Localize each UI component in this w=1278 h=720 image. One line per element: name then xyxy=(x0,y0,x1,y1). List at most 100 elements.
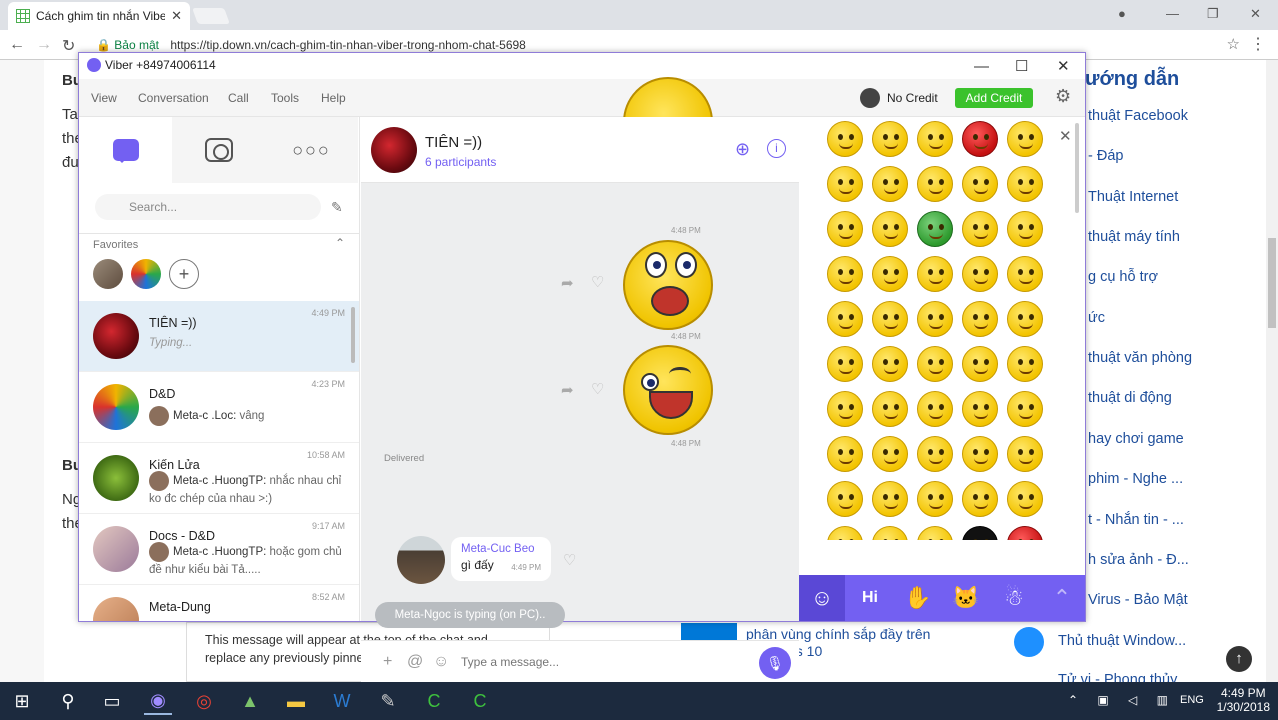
page-scrollbar[interactable] xyxy=(1266,60,1278,682)
emoji-collapse-button[interactable]: ⌃ xyxy=(1039,575,1085,621)
emoji-item[interactable] xyxy=(917,526,953,540)
emoji-item[interactable] xyxy=(962,256,998,292)
message-input[interactable] xyxy=(461,649,751,675)
emoji-item[interactable] xyxy=(962,211,998,247)
chat-row[interactable]: D&D 4:23 PM Meta-c .Loc: vâng xyxy=(79,372,359,443)
chat-row[interactable]: TIÊN =)) 4:49 PM Typing... xyxy=(79,301,359,372)
new-tab-button[interactable] xyxy=(192,8,230,24)
reload-icon[interactable]: ↻ xyxy=(62,36,75,56)
side-link[interactable]: Thuật Internet xyxy=(1088,189,1178,205)
microphone-button[interactable]: 🎙 xyxy=(759,647,791,679)
emoji-item[interactable] xyxy=(917,211,953,247)
viber-minimize-button[interactable]: — xyxy=(974,55,989,79)
language-indicator[interactable]: ENG xyxy=(1180,694,1204,706)
emoji-item[interactable] xyxy=(872,211,908,247)
emoji-tab-hands[interactable]: ✋ xyxy=(895,575,941,621)
side-link[interactable]: h sửa ảnh - Đ... xyxy=(1088,552,1189,568)
emoji-scrollbar[interactable] xyxy=(1075,123,1079,213)
participants-count[interactable]: 6 participants xyxy=(425,155,496,169)
viber-maximize-button[interactable]: ☐ xyxy=(1015,55,1028,79)
minimize-button[interactable]: — xyxy=(1166,6,1179,21)
like-heart-icon[interactable]: ♡ xyxy=(591,273,604,291)
menu-view[interactable]: View xyxy=(91,91,117,105)
emoji-item[interactable] xyxy=(962,121,998,157)
sidebar-scrollbar[interactable] xyxy=(351,307,355,363)
emoji-item[interactable] xyxy=(1007,481,1043,517)
task-view-icon[interactable]: ▭ xyxy=(98,687,126,715)
side-link[interactable]: phim - Nghe ... xyxy=(1088,471,1183,487)
emoji-item[interactable] xyxy=(872,166,908,202)
emoji-item[interactable] xyxy=(962,301,998,337)
emoji-item[interactable] xyxy=(962,436,998,472)
tab-public-accounts[interactable] xyxy=(172,117,265,183)
emoji-item[interactable] xyxy=(962,526,998,540)
side-link[interactable]: t - Nhắn tin - ... xyxy=(1088,512,1184,528)
file-explorer-icon[interactable]: ▬ xyxy=(282,687,310,715)
compose-icon[interactable]: ✎ xyxy=(331,199,343,216)
emoji-tab-hi[interactable]: Hi xyxy=(847,575,893,621)
chevron-up-icon[interactable]: ⌃ xyxy=(335,236,345,250)
emoji-item[interactable] xyxy=(917,301,953,337)
bookmark-star-icon[interactable]: ☆ xyxy=(1227,35,1240,53)
emoji-item[interactable] xyxy=(827,211,863,247)
emoji-item[interactable] xyxy=(1007,301,1043,337)
emoji-item[interactable] xyxy=(872,481,908,517)
add-participant-icon[interactable]: ⊕ xyxy=(735,139,750,160)
word-icon[interactable]: W xyxy=(328,687,356,715)
browser-menu-icon[interactable]: ⋮ xyxy=(1250,34,1266,54)
app-taskbar-icon[interactable]: ✎ xyxy=(374,687,402,715)
emoji-item[interactable] xyxy=(917,346,953,382)
chat-row[interactable]: Docs - D&D 9:17 AM Meta-c .HuongTP: hoặc… xyxy=(79,514,359,585)
tab-chats[interactable] xyxy=(79,117,172,183)
menu-tools[interactable]: Tools xyxy=(271,91,299,105)
conversation-avatar[interactable] xyxy=(371,127,417,173)
add-credit-button[interactable]: Add Credit xyxy=(955,88,1033,108)
emoji-item[interactable] xyxy=(962,481,998,517)
emoji-item[interactable] xyxy=(1007,121,1043,157)
side-link[interactable]: ức xyxy=(1088,310,1105,326)
emoji-item[interactable] xyxy=(827,526,863,540)
favorite-avatar[interactable] xyxy=(93,259,123,289)
chrome-taskbar-icon[interactable]: ◎ xyxy=(190,687,218,715)
emoji-item[interactable] xyxy=(962,391,998,427)
side-link[interactable]: thuật Facebook xyxy=(1088,108,1188,124)
plus-icon[interactable]: + xyxy=(383,653,392,671)
menu-conversation[interactable]: Conversation xyxy=(138,91,209,105)
restore-button[interactable]: ❐ xyxy=(1207,6,1219,22)
emoji-tab-objects[interactable]: ☃ xyxy=(991,575,1037,621)
mention-icon[interactable]: @ xyxy=(407,653,423,671)
emoji-item[interactable] xyxy=(1007,391,1043,427)
side-link[interactable]: thuật văn phòng xyxy=(1088,350,1192,366)
viber-taskbar-icon[interactable]: ◉ xyxy=(144,687,172,715)
system-clock[interactable]: 4:49 PM 1/30/2018 xyxy=(1217,686,1270,714)
tab-more[interactable]: ○○○ xyxy=(265,117,358,183)
system-tray-icons[interactable]: ⌃ ▣ ◁ ▥ xyxy=(1068,693,1176,707)
message-bubble[interactable]: Meta-Cuc Beo gì đấy 4:49 PM xyxy=(451,537,551,581)
camtasia-icon[interactable]: C xyxy=(420,687,448,715)
add-favorite-button[interactable]: + xyxy=(169,259,199,289)
emoji-item[interactable] xyxy=(872,391,908,427)
sticker-icon[interactable]: ☺ xyxy=(433,653,449,671)
emoji-item[interactable] xyxy=(962,166,998,202)
emoji-item[interactable] xyxy=(917,256,953,292)
browser-tab[interactable]: Cách ghim tin nhắn Vibe ✕ xyxy=(8,2,190,30)
emoji-item[interactable] xyxy=(827,346,863,382)
chat-row[interactable]: Kiến Lửa 10:58 AM Meta-c .HuongTP: nhắc … xyxy=(79,443,359,514)
close-tab-icon[interactable]: ✕ xyxy=(171,8,182,24)
scroll-top-button[interactable]: ↑ xyxy=(1226,646,1252,672)
emoji-item[interactable] xyxy=(917,436,953,472)
side-link[interactable]: Virus - Bảo Mật xyxy=(1088,592,1188,608)
menu-call[interactable]: Call xyxy=(228,91,249,105)
emoji-item[interactable] xyxy=(917,121,953,157)
emoji-item[interactable] xyxy=(1007,256,1043,292)
emoji-item[interactable] xyxy=(827,166,863,202)
like-heart-icon[interactable]: ♡ xyxy=(563,551,576,569)
emoji-item[interactable] xyxy=(827,436,863,472)
emoji-tab-smileys[interactable]: ☺ xyxy=(799,575,845,621)
forward-icon[interactable]: ➦ xyxy=(561,381,574,399)
app-taskbar-icon[interactable]: ▲ xyxy=(236,687,264,715)
side-link[interactable]: thuật máy tính xyxy=(1088,229,1180,245)
emoji-item[interactable] xyxy=(872,346,908,382)
emoji-item[interactable] xyxy=(962,346,998,382)
emoji-item[interactable] xyxy=(1007,211,1043,247)
